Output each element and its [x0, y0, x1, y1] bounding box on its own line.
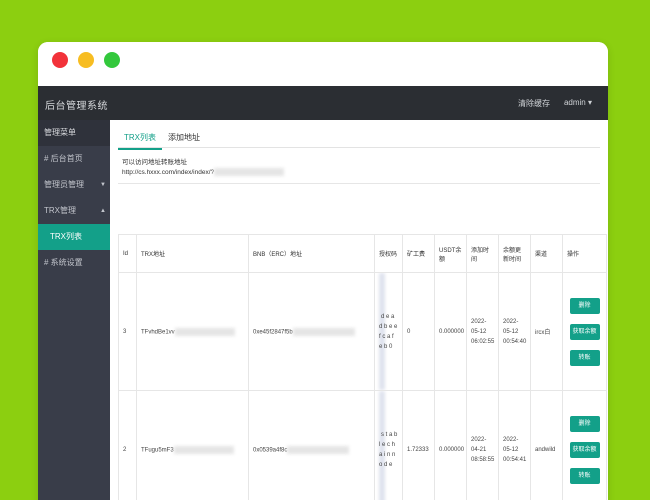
col-added-time: 添加时间 [466, 234, 499, 273]
trx-table: Id TRX地址 BNB（ERC）地址 授权码 矿工费 USDT余额 添加时间 … [118, 234, 607, 500]
col-bnb-address: BNB（ERC）地址 [248, 234, 375, 273]
sidebar-item-home[interactable]: # 后台首页 [38, 146, 110, 172]
table-row: 3 TFvhdBe1vv 0xe45f2847f5b d e a d b e e… [118, 272, 607, 391]
sidebar-item-trx-list[interactable]: TRX列表 [38, 224, 110, 250]
close-dot-icon[interactable] [52, 52, 68, 68]
cell-bnb: 0xe45f2847f5b [248, 272, 375, 391]
address-label: 可以访问地址转账地址 [122, 159, 187, 166]
tab-divider [118, 147, 600, 148]
redacted-blur [174, 327, 235, 336]
chevron-up-icon: ▲ [100, 208, 106, 214]
sidebar-item-trx-manage[interactable]: TRX管理 ▲ [38, 198, 110, 224]
redacted-blur [292, 327, 355, 336]
transfer-button[interactable]: 转账 [569, 349, 600, 366]
cell-channel: andwild [530, 390, 563, 500]
admin-menu[interactable]: admin ▾ [564, 98, 592, 109]
cell-added: 2022-04-21 08:58:55 [466, 390, 499, 500]
cell-bnb: 0x0539a4f8c [248, 390, 375, 500]
cell-added: 2022-05-12 06:02:55 [466, 272, 499, 391]
window-titlebar [38, 42, 608, 86]
table-header-row: Id TRX地址 BNB（ERC）地址 授权码 矿工费 USDT余额 添加时间 … [118, 234, 607, 273]
cell-fee: 1.72333 [402, 390, 435, 500]
top-nav-links: 清除缓存 admin ▾ [518, 98, 592, 109]
cell-usdt: 0.000000 [434, 390, 467, 500]
cell-actions: 删除 获取余额 转账 [562, 272, 607, 391]
sidebar-item-admin-manage[interactable]: 管理员管理 ▼ [38, 172, 110, 198]
clear-cache-link[interactable]: 清除缓存 [518, 98, 550, 109]
top-navbar: 后台管理系统 清除缓存 admin ▾ [38, 86, 608, 120]
brand-title: 后台管理系统 [45, 101, 108, 112]
cell-actions: 删除 获取余额 转账 [562, 390, 607, 500]
col-id: Id [118, 234, 137, 273]
sidebar-item-settings[interactable]: # 系统设置 [38, 250, 110, 276]
maximize-dot-icon[interactable] [104, 52, 120, 68]
col-channel: 渠道 [530, 234, 563, 273]
cell-fee: 0 [402, 272, 435, 391]
col-auth-code: 授权码 [374, 234, 403, 273]
redacted-blur [379, 273, 385, 390]
address-url[interactable]: http://cs.hxxx.com/index/index/? [122, 169, 214, 176]
cell-id: 3 [118, 272, 137, 391]
cell-trx: TFvhdBe1vv [136, 272, 249, 391]
main-content: TRX列表 添加地址 可以访问地址转账地址 http://cs.hxxx.com… [110, 120, 608, 500]
cell-auth: s t a b l e c h a i n n o d e [374, 390, 403, 500]
get-balance-button[interactable]: 获取余额 [569, 323, 600, 340]
minimize-dot-icon[interactable] [78, 52, 94, 68]
sidebar-item-menu-header: 管理菜单 [38, 120, 110, 146]
chevron-down-icon: ▼ [100, 182, 106, 188]
get-balance-button[interactable]: 获取余额 [569, 441, 600, 458]
cell-usdt: 0.000000 [434, 272, 467, 391]
delete-button[interactable]: 删除 [569, 415, 600, 432]
transfer-button[interactable]: 转账 [569, 467, 600, 484]
redacted-blur [214, 168, 285, 177]
cell-updated: 2022-05-12 00:54:41 [498, 390, 531, 500]
col-trx-address: TRX地址 [136, 234, 249, 273]
address-url-line: http://cs.hxxx.com/index/index/? [122, 168, 600, 178]
col-fee: 矿工费 [402, 234, 435, 273]
cell-trx: TFugu5mF3 [136, 390, 249, 500]
redacted-blur [287, 445, 350, 454]
col-usdt-balance: USDT余额 [434, 234, 467, 273]
cell-channel: ircx白 [530, 272, 563, 391]
table-row: 2 TFugu5mF3 0x0539a4f8c s t a b l e c h … [118, 390, 607, 500]
address-box: 可以访问地址转账地址 http://cs.hxxx.com/index/inde… [118, 154, 600, 184]
browser-window: 后台管理系统 清除缓存 admin ▾ 管理菜单 # 后台首页 管理员管理 ▼ T… [38, 42, 608, 500]
redacted-blur [173, 445, 234, 454]
cell-updated: 2022-05-12 00:54:40 [498, 272, 531, 391]
delete-button[interactable]: 删除 [569, 297, 600, 314]
col-updated-time: 余额更新时间 [498, 234, 531, 273]
sidebar: 管理菜单 # 后台首页 管理员管理 ▼ TRX管理 ▲ TRX列表 # 系统设置 [38, 120, 110, 500]
col-actions: 操作 [562, 234, 607, 273]
cell-auth: d e a d b e e f c a f e b 0 [374, 272, 403, 391]
cell-id: 2 [118, 390, 137, 500]
